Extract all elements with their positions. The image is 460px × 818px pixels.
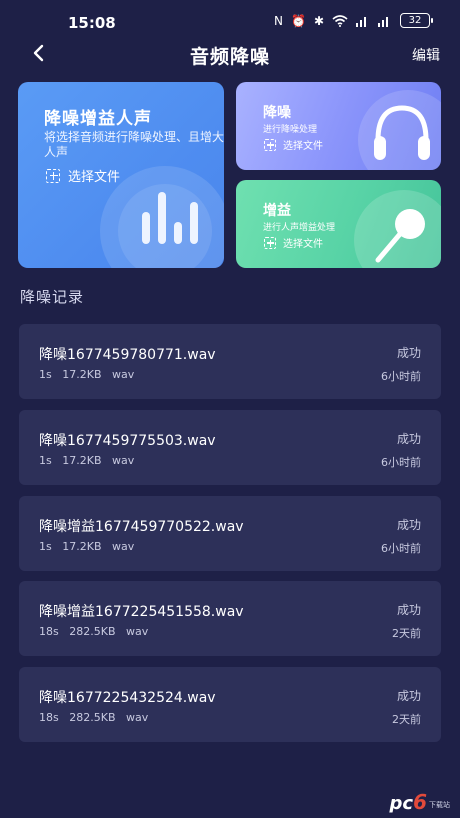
record-status: 成功 bbox=[396, 518, 421, 532]
record-filename: 降噪增益1677459770522.wav bbox=[39, 519, 244, 535]
record-status: 成功 bbox=[396, 603, 421, 617]
denoise-card[interactable]: 降噪 进行降噪处理 选择文件 bbox=[236, 82, 441, 170]
record-size: 17.2KB bbox=[62, 368, 102, 381]
status-icons: N ⏰ ✱ 32 bbox=[274, 13, 433, 28]
edit-button[interactable]: 编辑 bbox=[412, 45, 440, 65]
watermark-text: pc bbox=[389, 793, 414, 814]
records-section-title: 降噪记录 bbox=[20, 288, 85, 306]
denoise-boost-card[interactable]: 降噪增益人声 将选择音频进行降噪处理、且增大人声 选择文件 bbox=[18, 82, 224, 268]
record-size: 282.5KB bbox=[69, 711, 116, 724]
select-file-button[interactable]: 选择文件 bbox=[264, 235, 323, 250]
select-file-button[interactable]: 选择文件 bbox=[264, 137, 323, 152]
record-duration: 18s bbox=[39, 711, 59, 724]
record-meta: 1s 17.2KB wav bbox=[39, 368, 134, 381]
record-time: 6小时前 bbox=[381, 542, 421, 555]
record-meta: 1s 17.2KB wav bbox=[39, 540, 134, 553]
app-screen: 15:08 N ⏰ ✱ 32 音频降噪 编辑 降噪增益人声 将选择音频进行降噪处… bbox=[0, 0, 460, 818]
record-duration: 1s bbox=[39, 540, 52, 553]
record-filename: 降噪1677459775503.wav bbox=[39, 433, 216, 449]
signal-icon-2 bbox=[378, 16, 388, 27]
record-format: wav bbox=[112, 540, 135, 553]
card-title: 降噪 bbox=[263, 105, 291, 121]
record-filename: 降噪1677225432524.wav bbox=[39, 690, 216, 706]
signal-icon bbox=[356, 16, 366, 27]
record-filename: 降噪1677459780771.wav bbox=[39, 347, 216, 363]
add-file-icon bbox=[264, 236, 276, 249]
card-title: 增益 bbox=[263, 203, 291, 219]
record-item[interactable]: 降噪增益1677225451558.wav 18s 282.5KB wav 成功… bbox=[19, 581, 441, 656]
select-file-label: 选择文件 bbox=[68, 170, 121, 185]
record-item[interactable]: 降噪1677459775503.wav 1s 17.2KB wav 成功 6小时… bbox=[19, 410, 441, 485]
record-format: wav bbox=[112, 368, 135, 381]
record-size: 17.2KB bbox=[62, 454, 102, 467]
watermark-logo: pc 6 下载站 bbox=[390, 790, 450, 814]
record-item[interactable]: 降噪1677459780771.wav 1s 17.2KB wav 成功 6小时… bbox=[19, 324, 441, 399]
card-description: 将选择音频进行降噪处理、且增大人声 bbox=[44, 130, 224, 159]
battery-indicator: 32 bbox=[400, 13, 433, 28]
boost-card[interactable]: 增益 进行人声增益处理 选择文件 bbox=[236, 180, 441, 268]
audio-bars-icon bbox=[142, 192, 198, 244]
record-filename: 降噪增益1677225451558.wav bbox=[39, 604, 244, 620]
alarm-icon: ⏰ bbox=[290, 13, 306, 28]
add-file-icon bbox=[46, 168, 60, 183]
card-title: 降噪增益人声 bbox=[44, 109, 152, 129]
page-title: 音频降噪 bbox=[189, 46, 270, 68]
record-status: 成功 bbox=[396, 346, 421, 360]
status-time: 15:08 bbox=[68, 14, 116, 32]
record-time: 2天前 bbox=[392, 627, 421, 640]
record-format: wav bbox=[126, 625, 149, 638]
status-bar: 15:08 N ⏰ ✱ 32 bbox=[0, 0, 460, 44]
record-item[interactable]: 降噪1677225432524.wav 18s 282.5KB wav 成功 2… bbox=[19, 667, 441, 742]
record-meta: 18s 282.5KB wav bbox=[39, 625, 148, 638]
wifi-icon bbox=[332, 14, 348, 27]
card-description: 进行降噪处理 bbox=[263, 125, 318, 135]
card-description: 进行人声增益处理 bbox=[263, 223, 336, 233]
record-format: wav bbox=[126, 711, 149, 724]
record-meta: 18s 282.5KB wav bbox=[39, 711, 148, 724]
select-file-button[interactable]: 选择文件 bbox=[46, 166, 120, 185]
headphones-icon bbox=[374, 105, 430, 160]
record-size: 282.5KB bbox=[69, 625, 116, 638]
nav-bar: 音频降噪 编辑 bbox=[0, 40, 460, 70]
select-file-label: 选择文件 bbox=[283, 141, 323, 152]
record-format: wav bbox=[112, 454, 135, 467]
record-status: 成功 bbox=[396, 689, 421, 703]
watermark-digit: 6 bbox=[413, 790, 427, 814]
record-item[interactable]: 降噪增益1677459770522.wav 1s 17.2KB wav 成功 6… bbox=[19, 496, 441, 571]
record-duration: 18s bbox=[39, 625, 59, 638]
record-time: 6小时前 bbox=[381, 370, 421, 383]
record-time: 6小时前 bbox=[381, 456, 421, 469]
record-duration: 1s bbox=[39, 454, 52, 467]
record-meta: 1s 17.2KB wav bbox=[39, 454, 134, 467]
bluetooth-icon: ✱ bbox=[313, 13, 324, 28]
watermark-sub: 下载站 bbox=[429, 801, 450, 809]
record-duration: 1s bbox=[39, 368, 52, 381]
record-time: 2天前 bbox=[392, 713, 421, 726]
add-file-icon bbox=[264, 138, 276, 151]
record-status: 成功 bbox=[396, 432, 421, 446]
select-file-label: 选择文件 bbox=[283, 239, 323, 250]
record-size: 17.2KB bbox=[62, 540, 102, 553]
microphone-icon bbox=[375, 209, 425, 263]
nfc-icon: N bbox=[274, 13, 283, 28]
